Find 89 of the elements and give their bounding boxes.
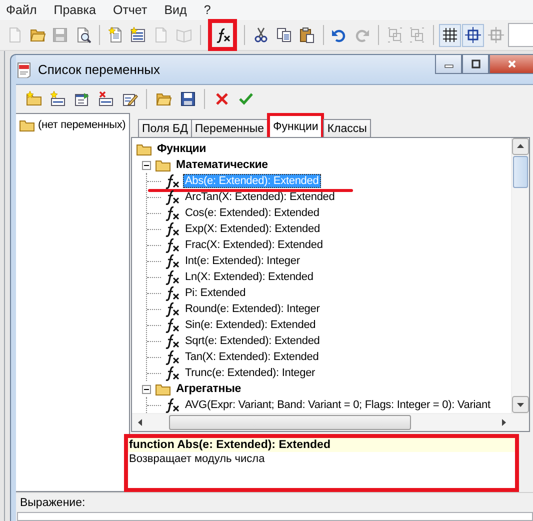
align-icon [464,27,481,43]
function-icon [164,221,180,237]
list-item[interactable]: (нет переменных) [38,119,126,131]
page-list-icon [130,27,146,43]
minimize-button[interactable] [435,55,462,74]
delete-field-icon [98,91,114,107]
new-folder-icon [26,91,42,107]
menu-item[interactable]: ? [204,3,211,17]
tree-item[interactable]: Sin(e: Extended): Extended [183,318,318,332]
menu-item[interactable]: Правка [54,3,96,17]
group-icon [386,27,403,43]
function-icon [164,285,180,301]
tree-item[interactable]: Round(e: Extended): Integer [183,302,322,316]
tab[interactable]: Классы [323,119,371,137]
tree-item[interactable]: Ln(X: Extended): Extended [183,270,316,284]
tree-item[interactable]: Cos(e: Extended): Extended [183,206,322,220]
function-icon [164,173,180,189]
save-icon [180,91,196,107]
tab[interactable]: Функции [267,113,324,137]
scroll-down-icon[interactable] [512,396,529,413]
folder-icon [30,27,46,43]
tree-item[interactable]: Frac(X: Extended): Extended [183,238,325,252]
save-icon [52,27,68,43]
collapse-icon[interactable] [142,160,151,170]
undo-icon [331,27,348,43]
tree-item[interactable]: Int(e: Extended): Integer [183,254,302,268]
close-icon [506,59,516,69]
function-signature: function Abs(e: Extended): Extended [128,438,515,452]
function-icon [214,27,231,43]
tree-item[interactable]: Exp(X: Extended): Extended [183,222,322,236]
tree-item[interactable]: Математические [174,158,270,172]
preview-icon [75,27,92,43]
close-button[interactable] [489,55,533,74]
tab[interactable]: Переменные [190,119,268,137]
scroll-thumb[interactable] [513,156,528,188]
page-icon [6,27,23,43]
collapse-icon[interactable] [142,384,151,394]
folder-icon [156,91,172,107]
tree-item[interactable]: ArcTan(X: Extended): Extended [183,190,337,204]
toolbar-button[interactable] [439,24,461,46]
book-icon [176,27,192,43]
zoom-field[interactable] [508,23,533,47]
description-text: Возвращает модуль числа [128,452,266,466]
maximize-button[interactable] [462,55,489,74]
tree-item[interactable]: Агрегатные [174,382,243,396]
function-icon [164,349,180,365]
cancel-icon [214,91,230,107]
function-icon [164,301,180,317]
function-icon [164,333,180,349]
function-icon [164,237,180,253]
properties-icon [74,91,90,107]
new-page-icon [108,27,124,43]
toolbar-button[interactable] [462,24,484,46]
check-icon [238,91,254,107]
page-icon [153,27,170,43]
function-icon [164,253,180,269]
tab[interactable]: Поля БД [138,119,192,137]
function-icon [164,317,180,333]
menu-item[interactable]: Отчет [112,3,148,17]
tree-item[interactable]: Trunc(e: Extended): Integer [183,366,318,380]
function-icon [164,189,180,205]
tree-item[interactable]: AVG(Expr: Variant; Band: Variant = 0; Flags: Integer = 0): Variant [183,398,492,412]
scroll-thumb[interactable] [169,415,411,430]
new-field-icon [50,91,66,107]
horizontal-scrollbar[interactable] [132,413,529,431]
cut-icon [253,27,270,43]
menu-item[interactable]: Вид [164,3,187,17]
document-icon [16,62,32,78]
align-icon [488,27,504,43]
maximize-icon [470,59,480,69]
function-icon [164,365,180,381]
function-icon [164,269,180,285]
function-icon [164,205,180,221]
window-title: Список переменных [38,62,160,77]
paste-icon [298,27,315,43]
tree-item[interactable]: Sqrt(e: Extended): Extended [183,334,322,348]
vertical-scrollbar[interactable] [511,138,529,413]
function-icon [164,397,180,413]
redo-icon [354,27,370,43]
edit-icon [122,91,138,107]
scroll-up-icon[interactable] [512,138,529,155]
tree-item[interactable]: Pi: Extended [183,286,248,300]
copy-icon [276,27,292,43]
group-icon [409,27,426,43]
menu-item[interactable]: Файл [6,3,37,17]
expression-field[interactable] [17,512,533,521]
tree-item[interactable]: Tan(X: Extended): Extended [183,350,321,364]
grid-icon [442,27,458,43]
tree-item[interactable]: Функции [155,142,208,156]
